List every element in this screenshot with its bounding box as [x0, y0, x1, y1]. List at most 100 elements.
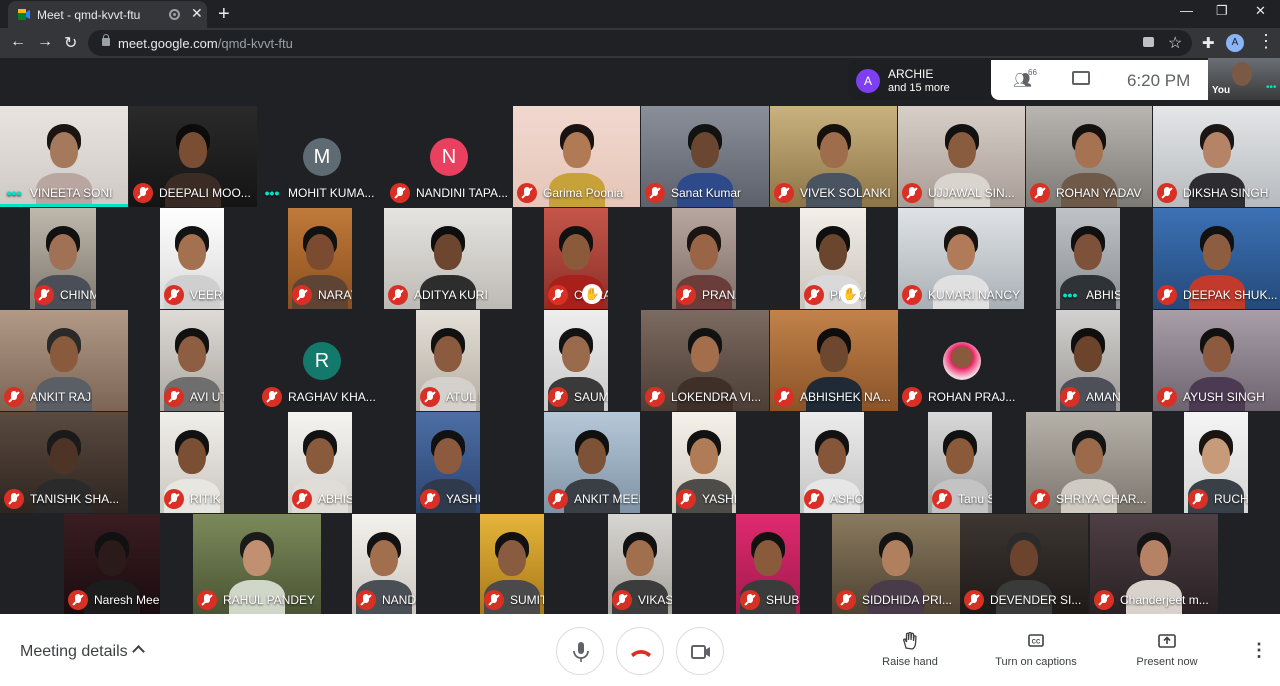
more-options-icon[interactable]: ⋮ [1250, 640, 1268, 661]
participant-tile[interactable]: AMAN KHERA... [1056, 310, 1120, 411]
participant-count: 66 [1028, 68, 1037, 77]
window-close-button[interactable]: ✕ [1255, 3, 1266, 19]
participant-tile[interactable]: Garima Poonia [513, 106, 640, 207]
participant-tile[interactable]: ••• ABHISHEK MA... [1056, 208, 1120, 309]
profile-avatar[interactable]: A [1226, 34, 1244, 52]
participant-face [691, 132, 719, 168]
participant-tile[interactable]: DEEPALI MOO... [129, 106, 257, 207]
participant-tile[interactable]: CHIRAYU ...✋ [544, 208, 608, 309]
participant-tile[interactable]: RITIK SINGH S... [160, 412, 224, 513]
participant-tile[interactable]: VEERU SINGH [160, 208, 224, 309]
raise-hand-button[interactable]: Raise hand [872, 632, 948, 668]
participant-label: LOKENDRA VI... [645, 387, 761, 407]
tab-audio-icon[interactable] [169, 9, 180, 20]
camera-permission-icon[interactable] [1143, 37, 1154, 47]
participant-tile[interactable]: SHUBHAM [736, 514, 800, 614]
participant-tile[interactable]: ANKIT RAJ [0, 310, 128, 411]
meeting-details-button[interactable]: Meeting details [20, 643, 128, 661]
mic-muted-icon [420, 489, 440, 509]
participant-tile[interactable]: YASHU KUMA... [416, 412, 480, 513]
self-view-tile[interactable]: You ••• [1208, 58, 1280, 100]
captions-button[interactable]: CC Turn on captions [986, 632, 1086, 668]
tab-close-icon[interactable]: ✕ [191, 5, 203, 22]
browser-tab[interactable]: Meet - qmd-kvvt-ftu ✕ [8, 1, 207, 28]
participant-label: YASHI AGRAW... [676, 489, 736, 509]
participant-name: CHINMAYA SI... [60, 288, 96, 302]
present-screen-icon [1158, 634, 1176, 648]
participant-name: NARAYAN TELI [318, 288, 352, 302]
participant-tile[interactable]: Tanu Shree [928, 412, 992, 513]
participant-tile[interactable]: Naresh Meena [64, 514, 160, 614]
participant-name: ATUL PATIDAR [446, 390, 480, 404]
chevron-up-icon[interactable] [132, 645, 145, 658]
participant-label: UJJAWAL SIN... [902, 183, 1015, 203]
participant-tile[interactable]: ABHISHEK CH... [288, 412, 352, 513]
participant-tile[interactable]: AVI UTTAM [160, 310, 224, 411]
mic-muted-icon [740, 590, 760, 610]
participant-tile[interactable]: VIKAS KUMAR [608, 514, 672, 614]
participant-tile[interactable]: PRAKASH ...✋ [800, 208, 866, 309]
participant-tile[interactable]: RUCHITA [1184, 412, 1248, 513]
participant-tile[interactable]: TANISHK SHA... [0, 412, 128, 513]
participant-name: ABHISHEK MA... [1086, 288, 1120, 302]
participant-tile[interactable]: UJJAWAL SIN... [898, 106, 1025, 207]
participant-tile[interactable]: SUMIT NAGAR [480, 514, 544, 614]
participant-tile[interactable]: Chanderjeet m... [1090, 514, 1218, 614]
participant-tile[interactable]: NANDAN AGG... [352, 514, 416, 614]
participant-tile[interactable]: LOKENDRA VI... [641, 310, 769, 411]
participant-tile[interactable]: PRANAV SHA... [672, 208, 736, 309]
participant-tile[interactable]: ADITYA KURI [384, 208, 512, 309]
participant-tile[interactable]: SIDDHIDA PRI... [832, 514, 960, 614]
maximize-button[interactable]: ❐ [1216, 3, 1228, 19]
participant-tile[interactable]: ATUL PATIDAR [416, 310, 480, 411]
forward-arrow-icon[interactable]: → [37, 33, 53, 51]
microphone-button[interactable] [556, 627, 604, 675]
address-bar[interactable]: meet.google.com/qmd-kvvt-ftu ☆ [88, 30, 1192, 56]
participant-label: ••• ABHISHEK MA... [1060, 285, 1120, 305]
participant-name: AYUSH SINGH [1183, 390, 1265, 404]
extensions-puzzle-icon[interactable]: ✚ [1202, 34, 1215, 52]
browser-menu-icon[interactable]: ⋮ [1257, 31, 1275, 52]
leave-call-button[interactable] [616, 627, 664, 675]
participant-tile[interactable]: SHRIYA CHAR... [1026, 412, 1152, 513]
participant-tile[interactable]: KUMARI NANCY [898, 208, 1024, 309]
chat-icon[interactable] [1072, 71, 1090, 85]
participant-tile[interactable]: AYUSH SINGH [1153, 310, 1280, 411]
participant-tile[interactable]: M ••• MOHIT KUMA... [258, 106, 386, 207]
participant-face [243, 540, 271, 576]
participant-label: ANKIT MEENA [548, 489, 640, 509]
participant-tile[interactable]: ••• VINEETA SONI [0, 106, 128, 207]
participant-tile[interactable]: ABHISHEK NA... [770, 310, 898, 411]
bookmark-star-icon[interactable]: ☆ [1168, 33, 1182, 53]
participant-tile[interactable]: DEEPAK SHUK... [1153, 208, 1280, 309]
participant-tile[interactable]: DEVENDER SI... [960, 514, 1088, 614]
reload-icon[interactable]: ↻ [64, 33, 77, 53]
participant-tile[interactable]: ANKIT MEENA [544, 412, 640, 513]
present-now-button[interactable]: Present now [1124, 632, 1210, 668]
mic-muted-icon [34, 285, 54, 305]
mic-muted-icon [1030, 183, 1050, 203]
mic-muted-icon [902, 285, 922, 305]
participant-tile[interactable]: DIKSHA SINGH [1153, 106, 1280, 207]
participant-tile[interactable]: SAUMYA SINGH [544, 310, 608, 411]
participant-tile[interactable]: ROHAN PRAJ... [898, 310, 1025, 411]
participant-tile[interactable]: ASHOK KUMAR [800, 412, 864, 513]
presenter-chip[interactable]: A ARCHIE and 15 more [848, 60, 991, 100]
participant-face [306, 234, 334, 270]
back-arrow-icon[interactable]: ← [10, 33, 26, 51]
camera-button[interactable] [676, 627, 724, 675]
minimize-button[interactable]: — [1180, 3, 1193, 18]
participant-tile[interactable]: Sanat Kumar [641, 106, 769, 207]
participant-tile[interactable]: ROHAN YADAV [1026, 106, 1152, 207]
participant-tile[interactable]: NARAYAN TELI [288, 208, 352, 309]
mic-muted-icon [774, 387, 794, 407]
participant-tile[interactable]: RAHUL PANDEY [193, 514, 321, 614]
new-tab-button[interactable]: + [218, 3, 230, 26]
lock-icon[interactable] [102, 34, 110, 46]
participant-tile[interactable]: N NANDINI TAPA... [386, 106, 512, 207]
participant-tile[interactable]: R RAGHAV KHA... [258, 310, 386, 411]
participant-tile[interactable]: CHINMAYA SI... [30, 208, 96, 309]
participant-tile[interactable]: VIVEK SOLANKI [770, 106, 897, 207]
participant-tile[interactable]: YASHI AGRAW... [672, 412, 736, 513]
participant-label: ROHAN YADAV [1030, 183, 1141, 203]
